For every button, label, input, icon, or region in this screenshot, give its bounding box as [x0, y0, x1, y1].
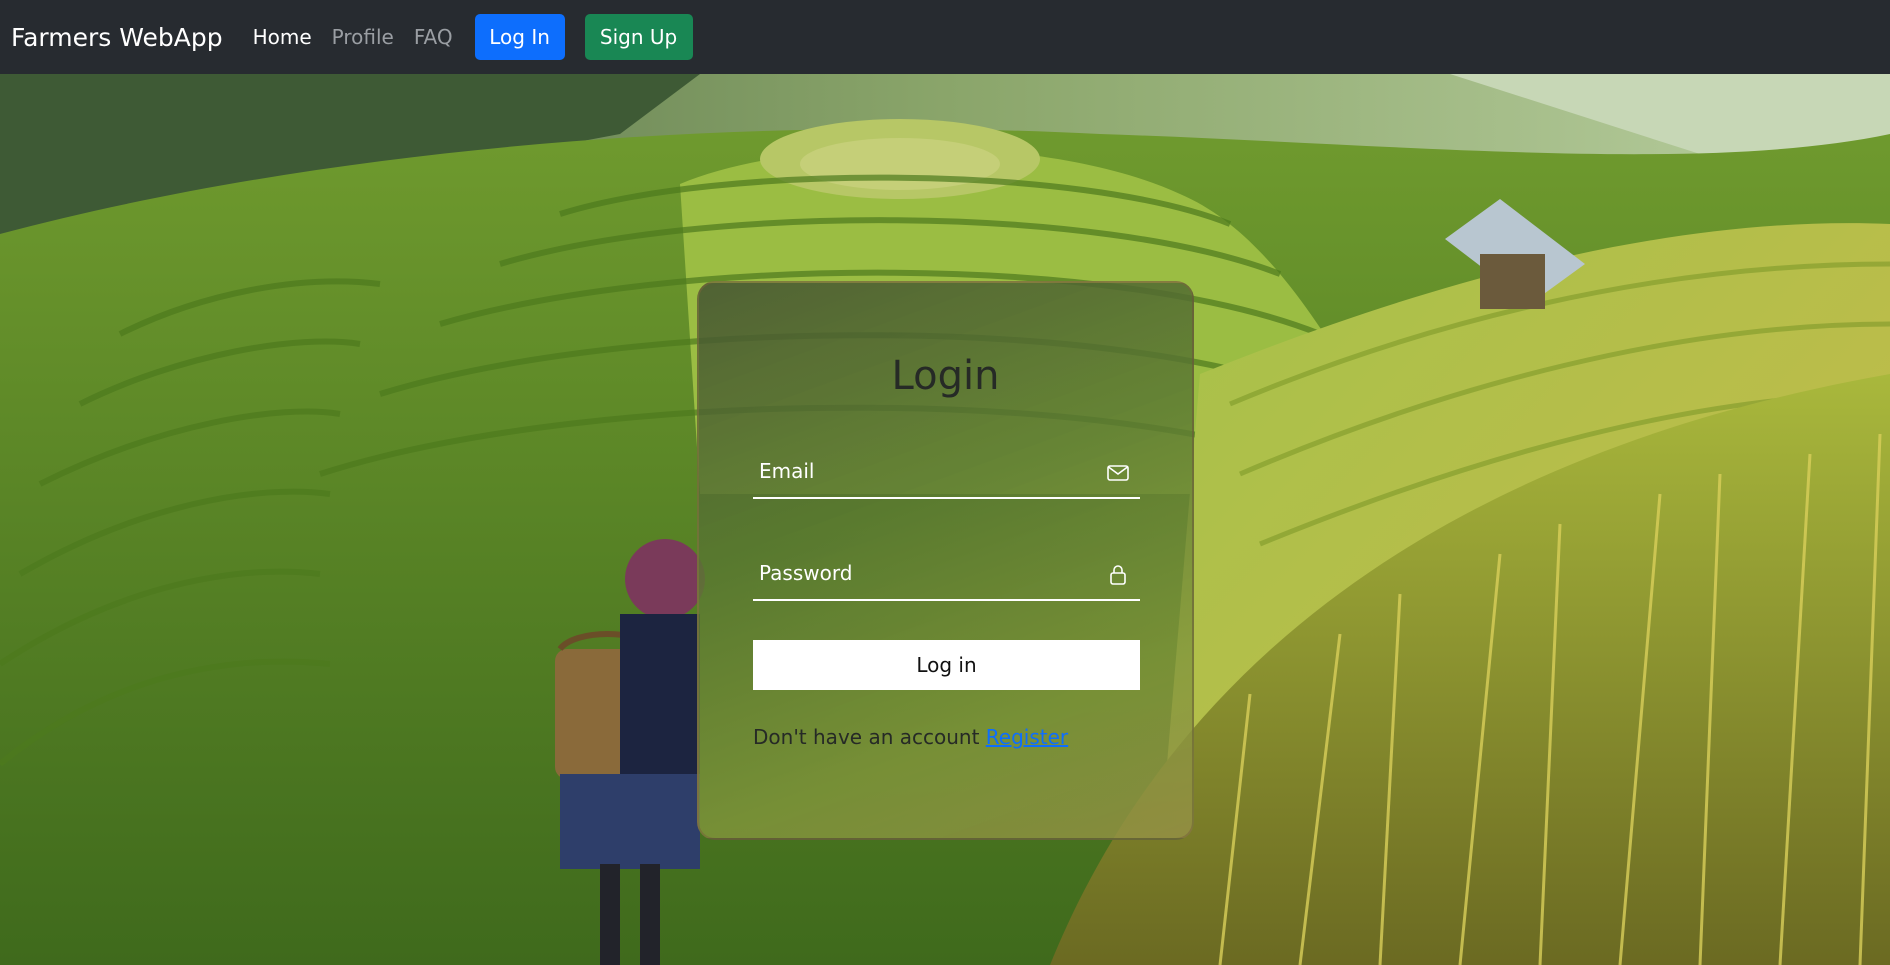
login-card: Login Log in Don't have an account Regis…: [697, 281, 1194, 840]
nav-login-button[interactable]: Log In: [474, 14, 565, 60]
top-navbar: Farmers WebApp Home Profile FAQ Log In S…: [0, 0, 1890, 74]
nav-link-home[interactable]: Home: [253, 25, 312, 49]
brand-logo-text[interactable]: Farmers WebApp: [11, 23, 223, 52]
envelope-icon: [1107, 465, 1129, 481]
password-input[interactable]: [753, 549, 1093, 597]
register-prompt-line: Don't have an account Register: [753, 725, 1068, 749]
login-title: Login: [891, 353, 1000, 399]
lock-icon: [1110, 565, 1126, 585]
password-field-wrapper: [753, 549, 1140, 601]
nav-link-profile[interactable]: Profile: [332, 25, 394, 49]
login-submit-button[interactable]: Log in: [753, 640, 1140, 690]
nav-link-faq[interactable]: FAQ: [414, 25, 453, 49]
email-input[interactable]: [753, 447, 1093, 495]
register-link[interactable]: Register: [986, 725, 1068, 749]
nav-signup-button[interactable]: Sign Up: [584, 14, 693, 60]
email-field-wrapper: [753, 447, 1140, 499]
register-prompt-text: Don't have an account: [753, 725, 980, 749]
